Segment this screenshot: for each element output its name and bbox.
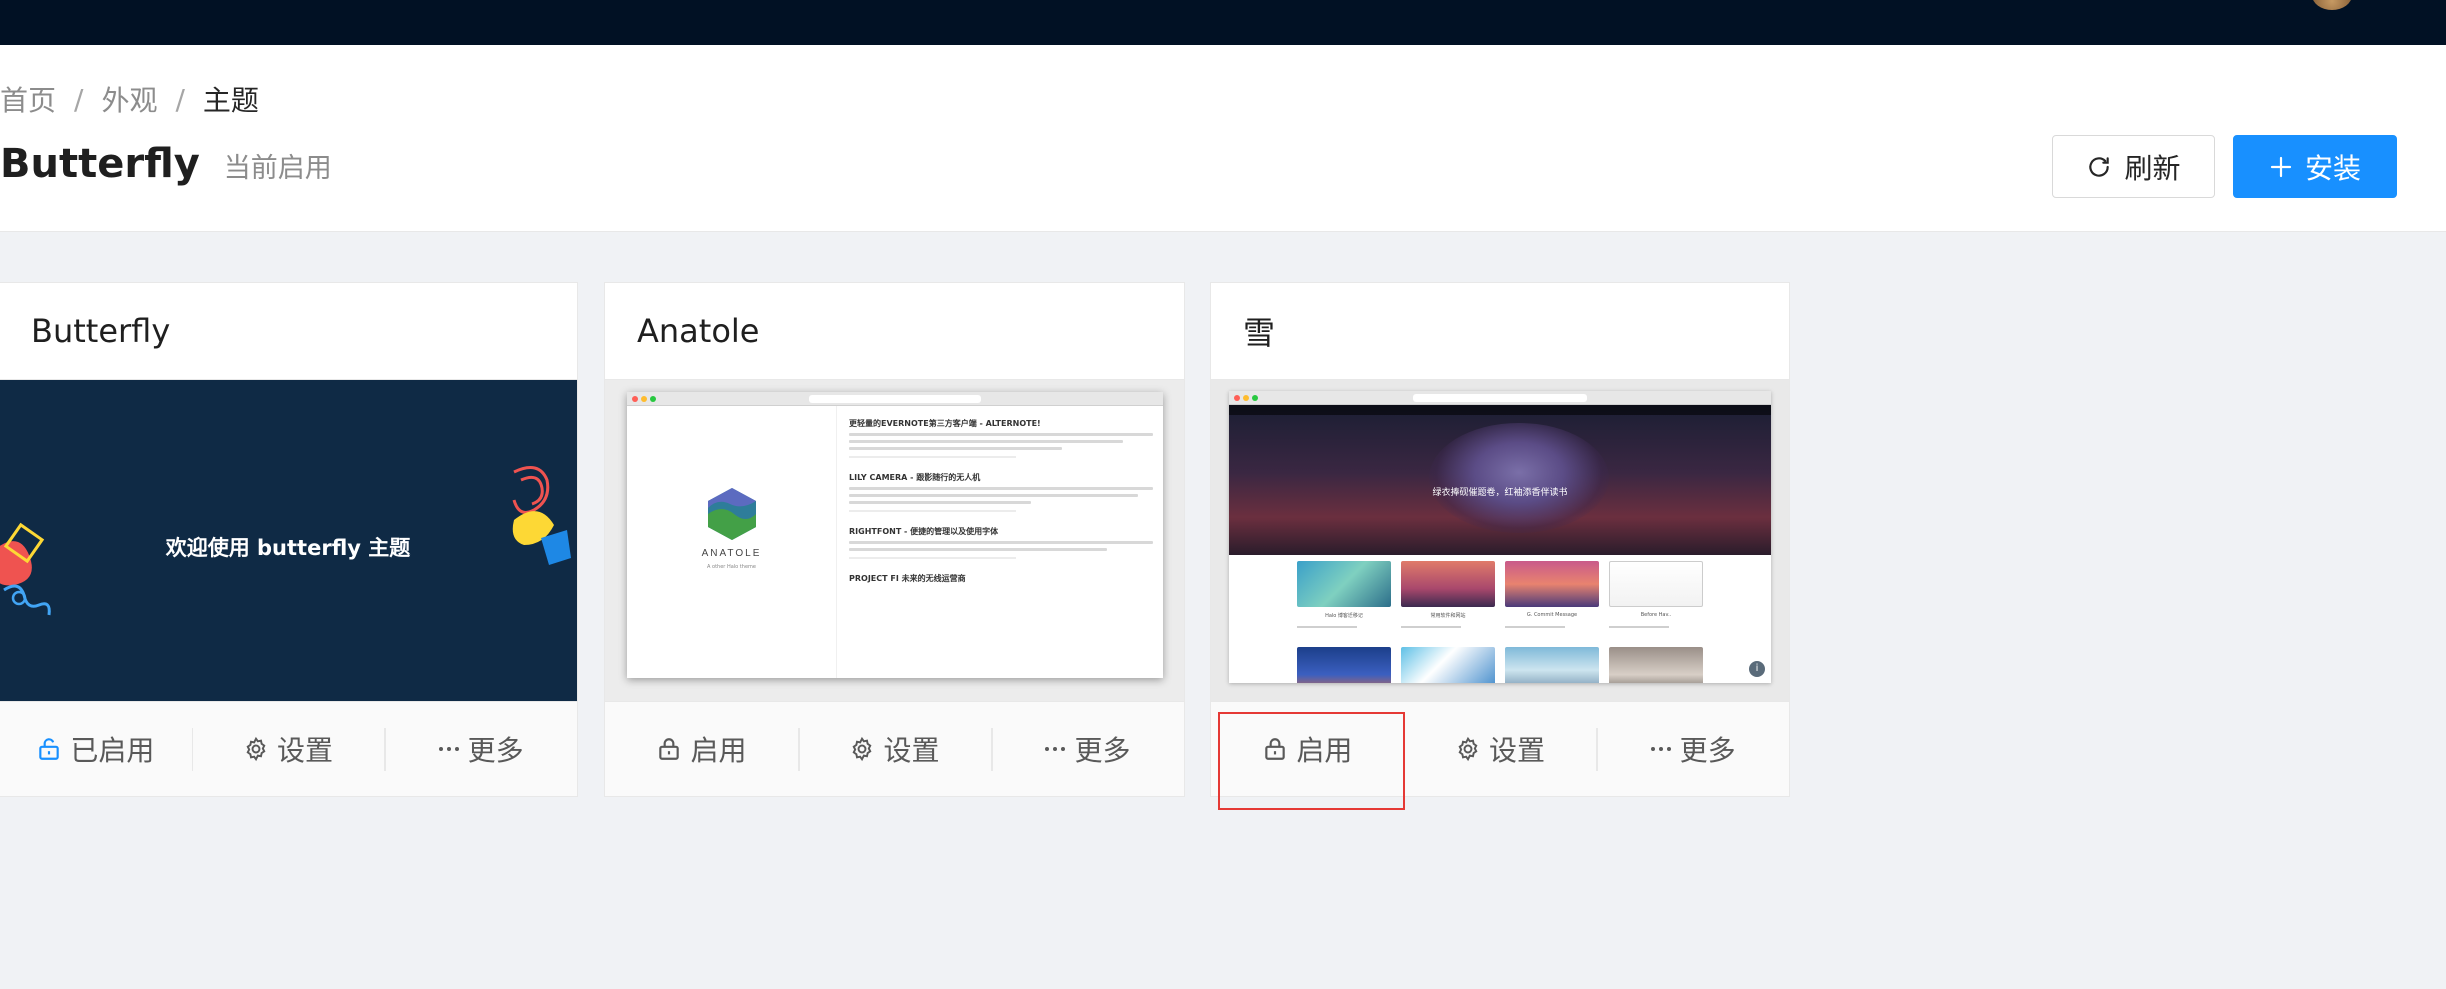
enable-label: 启用 [690, 734, 747, 767]
settings-button[interactable]: 设置 [1403, 702, 1597, 796]
settings-label: 设置 [883, 734, 940, 767]
theme-card-title: 雪 [1211, 283, 1789, 380]
breadcrumb-current: 主题 [202, 84, 259, 117]
breadcrumb-home[interactable]: 首页 [0, 79, 56, 119]
settings-button[interactable]: 设置 [191, 702, 385, 796]
enabled-label: 已启用 [70, 734, 155, 767]
more-button[interactable]: 更多 [1596, 702, 1789, 796]
page-subtitle: 当前启用 [223, 153, 332, 184]
page-title: Butterfly [0, 141, 200, 187]
enabled-button[interactable]: 已启用 [0, 702, 192, 796]
settings-button[interactable]: 设置 [798, 702, 991, 796]
unlock-icon [36, 736, 62, 762]
theme-card-title: Anatole [605, 283, 1184, 380]
cover-post-title: PROJECT FI 未来的无线运营商 [849, 574, 966, 583]
ellipsis-icon [438, 745, 460, 753]
refresh-label: 刷新 [2124, 151, 2181, 185]
ellipsis-icon [1650, 745, 1672, 753]
more-label: 更多 [1074, 734, 1131, 767]
more-label: 更多 [1679, 734, 1736, 767]
ellipsis-icon [1044, 745, 1066, 753]
cover-post-title: LILY CAMERA - 跟影随行的无人机 [849, 473, 981, 482]
thumb-caption: Halo 博客迁移记 [1325, 613, 1363, 619]
install-label: 安装 [2304, 151, 2361, 185]
reload-icon [2086, 154, 2112, 180]
install-button[interactable]: 安装 [2233, 135, 2397, 198]
cover-post-title: 更轻量的EVERNOTE第三方客户端 - ALTERNOTE! [849, 419, 1041, 428]
page-header: 首页 / 外观 / 主题 Butterfly 当前启用 刷新 安装 [0, 45, 2446, 232]
theme-cover-image: 绿衣捧砚催题卷，红袖添香伴读书 Halo 博客迁移记 常用软件和网站 G. Co… [1211, 380, 1789, 703]
theme-card-snow: 雪 绿衣捧砚催题卷，红袖添香伴读书 Halo 博客迁移记 常用软件和网站 G. … [1210, 282, 1790, 797]
enable-button[interactable]: 启用 [605, 702, 798, 796]
gear-icon [849, 736, 875, 762]
theme-card-actions: 启用 设置 更多 [1211, 701, 1789, 796]
theme-card-butterfly: Butterfly 欢迎使用 butterfly 主题 已启用 设置 更多 [0, 282, 578, 797]
more-button[interactable]: 更多 [991, 702, 1184, 796]
cover-post-title: RIGHTFONT - 便捷的管理以及使用字体 [849, 527, 999, 536]
cover-slogan: 绿衣捧砚催题卷，红袖添香伴读书 [1432, 488, 1568, 498]
theme-cover-image: 欢迎使用 butterfly 主题 [0, 380, 577, 703]
lock-icon [1262, 736, 1288, 762]
settings-label: 设置 [277, 734, 334, 767]
theme-card-actions: 启用 设置 更多 [605, 701, 1184, 796]
theme-card-actions: 已启用 设置 更多 [0, 701, 577, 796]
breadcrumb-separator: / [175, 82, 185, 116]
anatole-tagline: A other Halo theme [707, 564, 756, 570]
anatole-logo-icon [708, 488, 756, 540]
cover-welcome-text: 欢迎使用 butterfly 主题 [165, 536, 411, 560]
theme-card-title: Butterfly [0, 283, 577, 380]
info-icon: i [1749, 661, 1765, 677]
settings-label: 设置 [1489, 734, 1546, 767]
anatole-logo-text: ANATOLE [701, 548, 762, 559]
breadcrumb-separator: / [74, 82, 84, 116]
thumb-caption: Before Hav.. [1640, 612, 1672, 618]
lock-icon [656, 736, 682, 762]
enable-label: 启用 [1296, 734, 1353, 767]
gear-icon [243, 736, 269, 762]
user-avatar[interactable] [2312, 0, 2352, 10]
top-navbar [0, 0, 2446, 45]
theme-card-anatole: Anatole ANATOLE A other Halo theme 更轻量的E… [604, 282, 1185, 797]
breadcrumb: 首页 / 外观 / 主题 [0, 79, 259, 119]
refresh-button[interactable]: 刷新 [2052, 135, 2215, 198]
thumb-caption: 常用软件和网站 [1430, 613, 1466, 619]
plus-icon [2269, 155, 2293, 179]
enable-button[interactable]: 启用 [1211, 702, 1404, 796]
theme-cover-image: ANATOLE A other Halo theme 更轻量的EVERNOTE第… [605, 380, 1184, 703]
thumb-caption: G. Commit Message [1526, 612, 1578, 618]
more-label: 更多 [467, 734, 524, 767]
gear-icon [1455, 736, 1481, 762]
breadcrumb-appearance[interactable]: 外观 [101, 79, 157, 119]
more-button[interactable]: 更多 [384, 702, 577, 796]
